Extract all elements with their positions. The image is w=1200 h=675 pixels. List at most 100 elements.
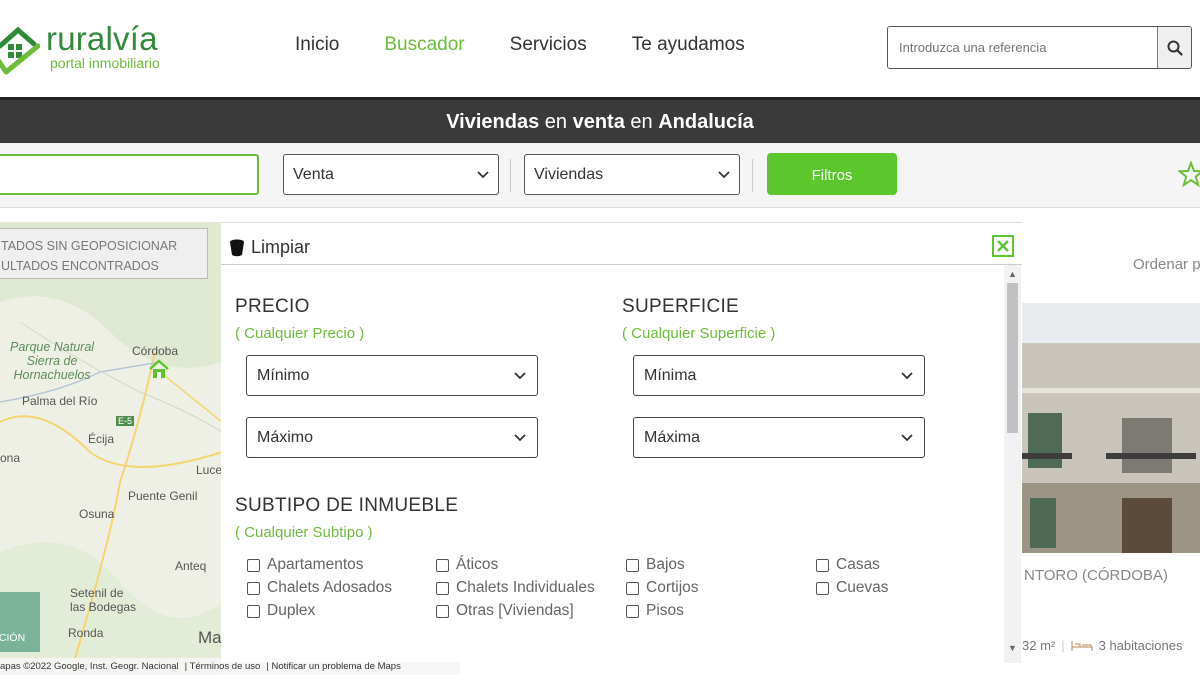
subtype-checkbox-aticos[interactable]: Áticos: [436, 556, 498, 574]
property-card-meta: 32 m² | 3 habitaciones: [1022, 638, 1182, 653]
map-location-button[interactable]: ICIÓN: [0, 592, 40, 652]
price-max-select[interactable]: Máximo: [246, 417, 538, 458]
star-icon[interactable]: [1178, 161, 1200, 187]
close-icon[interactable]: [992, 235, 1014, 257]
price-min-select[interactable]: Mínimo: [246, 355, 538, 396]
map-label-ronda: Ronda: [68, 626, 104, 640]
nav-te-ayudamos[interactable]: Te ayudamos: [632, 34, 745, 56]
checkbox[interactable]: [247, 558, 260, 572]
title-connector-1: en: [544, 111, 568, 133]
reference-search-input[interactable]: [888, 27, 1157, 68]
checkbox-label: Casas: [836, 556, 880, 573]
checkbox-label: Chalets Individuales: [456, 579, 595, 596]
title-connector-2: en: [630, 111, 653, 133]
subtype-checkbox-cortijos[interactable]: Cortijos: [626, 579, 699, 597]
checkbox[interactable]: [247, 604, 260, 618]
subtype-checkbox-casas[interactable]: Casas: [816, 556, 880, 574]
subtype-checkbox-bajos[interactable]: Bajos: [626, 556, 685, 574]
checkbox[interactable]: [816, 581, 829, 595]
map-terms-link[interactable]: Términos de uso: [190, 661, 261, 672]
checkbox[interactable]: [626, 581, 639, 595]
surface-min-value: Mínima: [644, 367, 697, 384]
map-label-ma: Ma: [198, 628, 222, 647]
checkbox-label: Duplex: [267, 602, 316, 619]
price-min-value: Mínimo: [257, 367, 310, 384]
subtype-subtitle: ( Cualquier Subtipo ): [235, 524, 373, 541]
meta-separator: |: [1061, 638, 1065, 653]
map-location-label: ICIÓN: [0, 632, 26, 644]
nav-servicios[interactable]: Servicios: [510, 34, 587, 56]
checkbox[interactable]: [626, 558, 639, 572]
subtype-checkbox-apartamentos[interactable]: Apartamentos: [247, 556, 364, 574]
scrollbar-thumb[interactable]: [1007, 283, 1018, 433]
checkbox[interactable]: [816, 558, 829, 572]
main-nav: Inicio Buscador Servicios Te ayudamos: [295, 34, 790, 56]
surface-max-select[interactable]: Máxima: [633, 417, 925, 458]
map-note-line-2: ULTADOS ENCONTRADOS: [1, 259, 159, 273]
map-results-note: TADOS SIN GEOPOSICIONAR ULTADOS ENCONTRA…: [0, 228, 208, 279]
property-card-title[interactable]: NTORO (CÓRDOBA): [1024, 567, 1168, 584]
surface-min-select[interactable]: Mínima: [633, 355, 925, 396]
filters-panel-header: Limpiar: [221, 223, 1022, 265]
map-label-ecija: Écija: [88, 432, 115, 446]
chevron-down-icon: [514, 434, 526, 442]
map-report-link[interactable]: Notificar un problema de Maps: [271, 661, 400, 672]
subtype-checkbox-chalets-individuales[interactable]: Chalets Individuales: [436, 579, 595, 597]
map-label-cordoba: Córdoba: [132, 344, 179, 358]
panel-scrollbar[interactable]: ▲ ▼: [1004, 265, 1021, 663]
price-max-value: Máximo: [257, 429, 314, 446]
results-list: Ordenar p NTORO (CÓRDOBA) 32 m² | 3 habi…: [1022, 222, 1200, 675]
property-marker-icon[interactable]: [148, 358, 170, 380]
checkbox[interactable]: [626, 604, 639, 618]
surface-max-value: Máxima: [644, 429, 701, 446]
subtype-checkbox-chalets-adosados[interactable]: Chalets Adosados: [247, 579, 392, 597]
checkbox[interactable]: [436, 581, 449, 595]
property-type-select[interactable]: Viviendas: [524, 154, 740, 195]
filter-bar: Venta Viviendas Filtros: [0, 143, 1200, 208]
subtype-checkbox-pisos[interactable]: Pisos: [626, 602, 684, 620]
chevron-down-icon: [718, 171, 730, 179]
checkbox-label: Pisos: [646, 602, 684, 619]
map-label-e5: E-5: [116, 416, 135, 426]
map-copyright: apas ©2022 Google, Inst. Geogr. Nacional: [0, 661, 179, 672]
subtype-checkbox-cuevas[interactable]: Cuevas: [816, 579, 889, 597]
scroll-down-icon[interactable]: ▼: [1008, 643, 1017, 653]
scroll-up-icon[interactable]: ▲: [1008, 269, 1017, 279]
map[interactable]: TADOS SIN GEOPOSICIONAR ULTADOS ENCONTRA…: [0, 222, 222, 675]
chevron-down-icon: [901, 434, 913, 442]
checkbox-label: Cortijos: [646, 579, 699, 596]
filter-divider: [510, 159, 511, 192]
clear-filters-label: Limpiar: [251, 237, 311, 257]
checkbox-label: Bajos: [646, 556, 685, 573]
operation-select[interactable]: Venta: [283, 154, 499, 195]
logo-tagline: portal inmobiliario: [50, 55, 160, 71]
location-input[interactable]: [0, 154, 259, 195]
property-photo[interactable]: [1022, 303, 1200, 553]
reference-search: [887, 26, 1192, 69]
subtype-checkbox-otras[interactable]: Otras [Viviendas]: [436, 602, 574, 620]
map-label-park: Parque Natural Sierra de Hornachuelos: [10, 340, 95, 382]
logo[interactable]: ruralvía portal inmobiliario: [0, 20, 184, 80]
reference-search-button[interactable]: [1157, 27, 1191, 68]
search-icon: [1167, 40, 1183, 56]
nav-inicio[interactable]: Inicio: [295, 34, 339, 56]
checkbox-label: Chalets Adosados: [267, 579, 392, 596]
price-subtitle: ( Cualquier Precio ): [235, 325, 365, 342]
map-label-anteq: Anteq: [175, 559, 207, 573]
checkbox[interactable]: [436, 558, 449, 572]
checkbox[interactable]: [247, 581, 260, 595]
map-label-ona: ona: [0, 451, 21, 465]
checkbox-label: Apartamentos: [267, 556, 364, 573]
sort-label[interactable]: Ordenar p: [1133, 256, 1200, 273]
filters-button[interactable]: Filtros: [767, 153, 897, 195]
filters-panel: Limpiar ▲ ▼ PRECIO ( Cualquier Precio ) …: [221, 222, 1022, 663]
house-check-icon: [0, 26, 40, 75]
bed-icon: [1070, 640, 1093, 651]
clear-filters-button[interactable]: Limpiar: [229, 237, 310, 258]
operation-select-value: Venta: [293, 166, 334, 183]
checkbox[interactable]: [436, 604, 449, 618]
price-title: PRECIO: [235, 296, 310, 317]
subtype-checkbox-duplex[interactable]: Duplex: [247, 602, 315, 620]
nav-buscador[interactable]: Buscador: [384, 34, 464, 56]
property-area: 32 m²: [1022, 638, 1056, 653]
